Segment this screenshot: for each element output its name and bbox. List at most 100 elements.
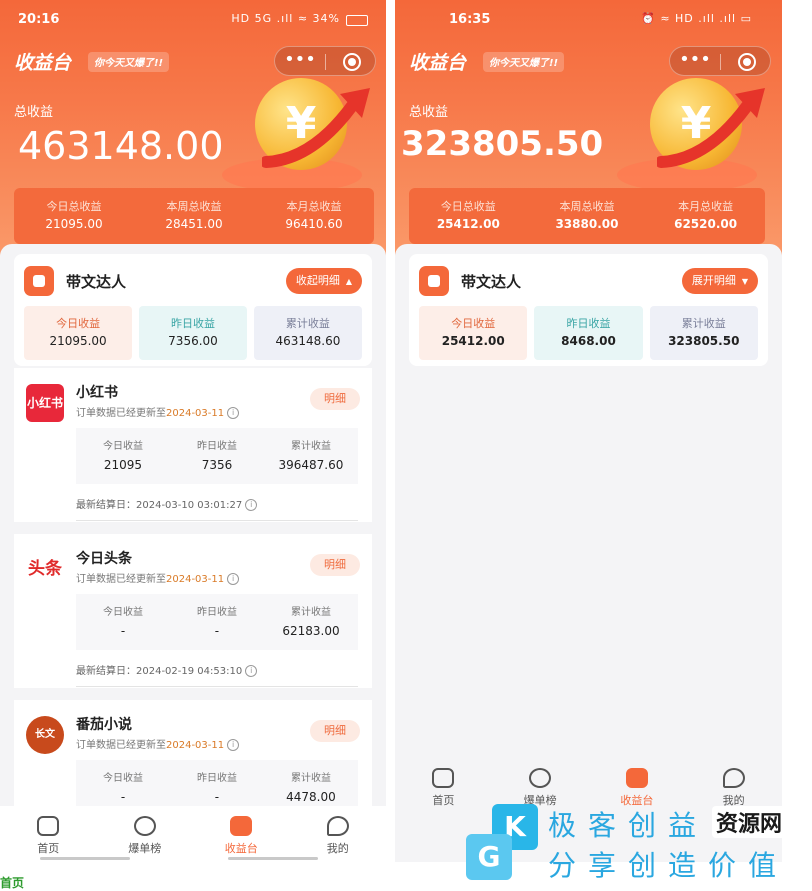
stat-label: 今日收益	[102, 441, 143, 452]
info-icon[interactable]: i	[245, 499, 258, 511]
total-earnings-value: 323805.50	[401, 124, 604, 164]
close-miniprogram-icon[interactable]	[343, 53, 361, 71]
chart-icon	[625, 768, 648, 788]
update-note: 订单数据已经更新至2024-03-11 i	[76, 736, 240, 751]
stat-value: 21095.00	[49, 334, 107, 348]
slogan-badge: 你今天又爆了!!	[483, 52, 565, 72]
summary-label: 本周总收益	[166, 200, 222, 213]
xiaohongshu-logo: 小红书	[26, 384, 64, 422]
info-icon[interactable]: i	[227, 407, 240, 419]
summary-value: 25412.00	[436, 217, 500, 231]
summary-label: 今日总收益	[440, 200, 496, 213]
stat-label: 昨日收益	[566, 317, 611, 330]
stat-value: 7356	[201, 458, 233, 472]
stat-label: 今日收益	[56, 317, 101, 330]
document-icon	[419, 266, 449, 296]
profile-icon	[722, 768, 745, 788]
slogan-badge: 你今天又爆了!!	[88, 52, 170, 72]
status-bar: 20:16 HD 5G .ıll ≈ 34%	[0, 8, 386, 32]
battery-icon	[346, 15, 368, 26]
stat-value: 7356.00	[168, 334, 218, 348]
status-time: 16:35	[449, 12, 491, 27]
phone-screen-left: 20:16 HD 5G .ıll ≈ 34% 收益台 你今天又爆了!! ••• …	[0, 0, 386, 862]
stat-label: 今日收益	[451, 317, 496, 330]
account-title: 带文达人	[66, 273, 127, 291]
account-stats: 今日收益 25412.00 昨日收益 8468.00 累计收益 323805.5…	[419, 306, 758, 360]
tab-home[interactable]: 首页	[0, 806, 97, 862]
tab-label: 我的	[326, 842, 349, 855]
update-note: 订单数据已经更新至2024-03-11 i	[76, 570, 240, 585]
miniprogram-capsule: •••	[669, 46, 771, 76]
caret-up-icon: ▲	[345, 277, 352, 286]
detail-button[interactable]: 明细	[310, 554, 360, 576]
platform-item-toutiao: 头条 今日头条 订单数据已经更新至2024-03-11 i 明细 今日收益 - 昨日…	[14, 534, 372, 688]
stat-yesterday: 昨日收益 8468.00	[534, 306, 643, 360]
capsule-divider	[325, 54, 326, 70]
stat-label: 累计收益	[290, 441, 331, 452]
tab-label: 爆单榜	[128, 842, 162, 855]
content-panel: 带文达人 收起明细 ▲ 今日收益 21095.00 昨日收益 7356.00 累计…	[0, 244, 386, 862]
update-prefix: 订单数据已经更新至	[76, 408, 166, 419]
tab-earnings[interactable]: 收益台	[193, 806, 290, 862]
stat-value: -	[214, 790, 220, 804]
stat-value: 21095	[103, 458, 143, 472]
stat-label: 今日收益	[102, 773, 143, 784]
stat-label: 昨日收益	[196, 773, 237, 784]
capsule-divider	[720, 54, 721, 70]
update-date: 2024-03-11	[166, 574, 225, 585]
app-brand-title: 收益台	[409, 52, 467, 74]
summary-month: 本月总收益 62520.00	[646, 188, 765, 244]
phone-screen-right: 16:35 ⏰ ≈ HD .ıll .ıll ▭ 收益台 你今天又爆了!! ••…	[395, 0, 782, 862]
period-summary: 今日总收益 25412.00 本周总收益 33880.00 本月总收益 6252…	[409, 188, 765, 244]
info-icon[interactable]: i	[245, 665, 258, 677]
platform-name: 小红书	[76, 385, 118, 401]
tab-label: 收益台	[224, 842, 258, 855]
stat-label: 累计收益	[290, 773, 331, 784]
detail-button[interactable]: 明细	[310, 720, 360, 742]
info-icon[interactable]: i	[227, 573, 240, 585]
summary-value: 21095.00	[45, 217, 103, 231]
tab-mine[interactable]: 我的	[290, 806, 387, 862]
summary-label: 本月总收益	[286, 200, 342, 213]
platform-stats: 今日收益 - 昨日收益 - 累计收益 62183.00	[76, 594, 358, 650]
lightning-icon	[133, 816, 156, 836]
document-icon	[24, 266, 54, 296]
watermark-badge: 资源网	[712, 806, 787, 838]
home-icon	[37, 816, 60, 836]
close-miniprogram-icon[interactable]	[738, 53, 756, 71]
more-icon[interactable]: •••	[275, 50, 325, 70]
collapse-details-button[interactable]: 收起明细 ▲	[285, 268, 362, 294]
expand-details-button[interactable]: 展开明细 ▼	[681, 268, 758, 294]
tab-hot-rank[interactable]: 爆单榜	[97, 806, 194, 862]
status-icons: ⏰ ≈ HD .ıll .ıll ▭	[641, 12, 752, 25]
account-card: 带文达人 展开明细 ▼ 今日收益 25412.00 昨日收益 8468.00 累计…	[409, 254, 768, 366]
account-title: 带文达人	[461, 273, 522, 291]
tab-label: 首页	[37, 842, 60, 855]
settlement-time: 最新结算日：2024-02-19 04:53:10 i	[76, 662, 258, 677]
bottom-tab-bar: 首页 爆单榜 收益台 我的	[0, 806, 386, 862]
corner-label: 首页	[0, 876, 25, 890]
update-prefix: 订单数据已经更新至	[76, 574, 166, 585]
info-icon[interactable]: i	[227, 739, 240, 751]
platform-stat-yesterday: 昨日收益 -	[170, 594, 264, 650]
toggle-label: 收起明细	[295, 274, 340, 287]
chart-icon	[230, 816, 253, 836]
platform-stat-yesterday: 昨日收益 7356	[170, 428, 264, 484]
stat-value: 463148.60	[275, 334, 341, 348]
miniprogram-capsule: •••	[274, 46, 376, 76]
stat-value: 396487.60	[278, 458, 344, 472]
more-icon[interactable]: •••	[670, 50, 720, 70]
total-earnings-value: 463148.00	[18, 124, 224, 168]
watermark-line1: 极客创益	[548, 809, 709, 842]
stat-label: 累计收益	[681, 317, 726, 330]
summary-label: 本月总收益	[678, 200, 734, 213]
settlement-text: 最新结算日：2024-03-10 03:01:27	[76, 500, 243, 511]
divider	[76, 686, 358, 687]
detail-button[interactable]: 明细	[310, 388, 360, 410]
stat-value: -	[214, 624, 220, 638]
watermark-logo: K G	[466, 804, 538, 880]
summary-week: 本周总收益 33880.00	[528, 188, 647, 244]
toutiao-logo: 头条	[26, 550, 64, 588]
stat-value: 62183.00	[282, 624, 340, 638]
rising-arrow-icon	[262, 88, 370, 168]
